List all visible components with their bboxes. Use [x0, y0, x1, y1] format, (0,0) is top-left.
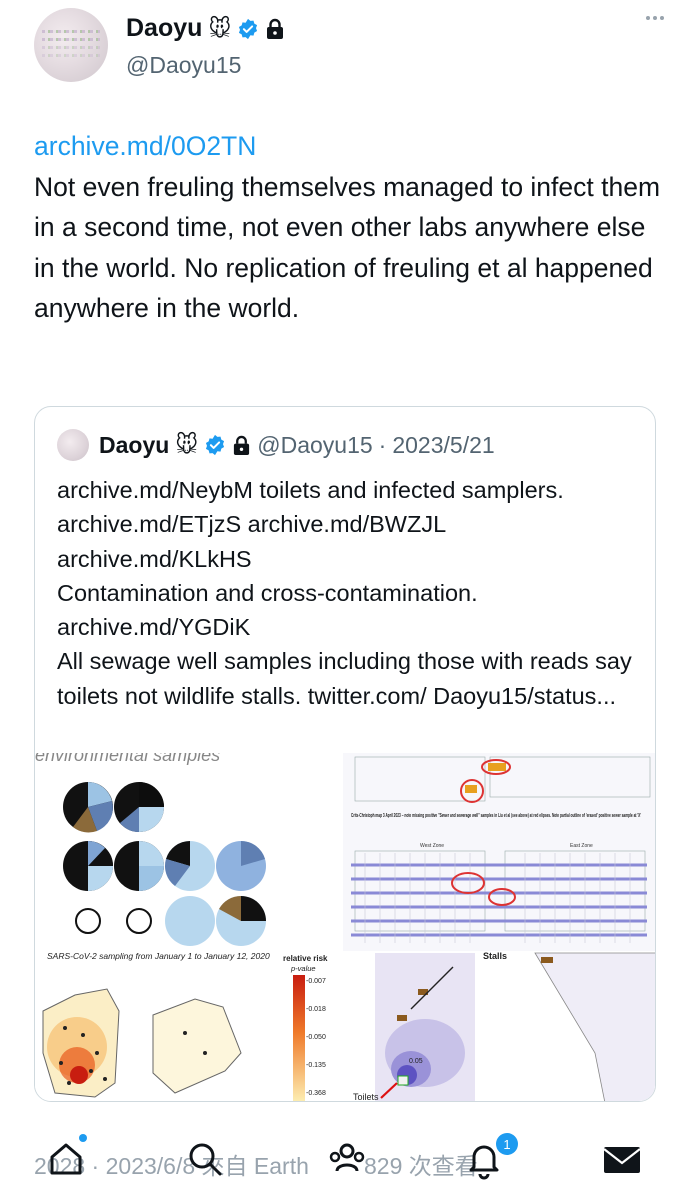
- notifications-nav[interactable]: 1: [462, 1133, 518, 1181]
- pie-panel-header: environmental samples: [35, 753, 220, 765]
- search-nav[interactable]: [182, 1137, 226, 1181]
- quoted-header: Daoyu 🐭 @Daoyu15 · 2023/5/21: [57, 429, 495, 461]
- contour-label: 0.05: [409, 1058, 423, 1065]
- tweet-body: Not even freuling themselves managed to …: [34, 171, 661, 324]
- home-dot: [79, 1134, 87, 1142]
- legend-tick-label: -0.368: [306, 1090, 326, 1097]
- map-zone-west-label: West Zone: [420, 843, 444, 849]
- legend-tick-label: -0.135: [306, 1062, 326, 1069]
- quoted-author-name: Daoyu: [99, 431, 170, 458]
- quoted-avatar: [57, 429, 89, 461]
- map-zone-east-label: East Zone: [570, 843, 593, 849]
- tweet-text: archive.md/0O2TN Not even freuling thems…: [34, 126, 664, 329]
- messages-nav[interactable]: [600, 1137, 644, 1181]
- heatmap-title: SARS-CoV-2 sampling from January 1 to Ja…: [47, 951, 270, 961]
- legend-tick-label: -0.050: [306, 1034, 326, 1041]
- lock-icon: [265, 18, 285, 40]
- map-caption: Crits-Christoph map 3 April 2023 – note …: [351, 813, 641, 819]
- communities-nav[interactable]: [325, 1137, 369, 1181]
- legend-tick-label: -0.018: [306, 1006, 326, 1013]
- quoted-separator: ·: [378, 431, 387, 458]
- more-options-icon[interactable]: [646, 16, 664, 20]
- mouse-emoji-icon: 🐭: [208, 15, 232, 41]
- author-name[interactable]: Daoyu: [126, 14, 202, 43]
- author-handle[interactable]: @Daoyu15: [126, 52, 241, 79]
- search-icon: [189, 1143, 222, 1176]
- notification-badge: 1: [496, 1133, 518, 1155]
- quoted-handle: @Daoyu15: [257, 431, 373, 458]
- mail-icon: [603, 1147, 641, 1173]
- contour-panel: Stalls 0.05 Toilets: [353, 951, 655, 1102]
- home-nav[interactable]: [44, 1134, 88, 1181]
- stalls-label: Stalls: [483, 951, 507, 961]
- quoted-tweet[interactable]: Daoyu 🐭 @Daoyu15 · 2023/5/21 archive.md/…: [34, 406, 656, 1102]
- legend-subtitle: p-value: [290, 964, 316, 973]
- tweet-link[interactable]: archive.md/0O2TN: [34, 126, 664, 167]
- communities-icon: [329, 1143, 365, 1172]
- verified-badge-icon: [237, 18, 259, 40]
- view-count: 829 次查看: [364, 1153, 478, 1179]
- quoted-media[interactable]: environmental samples Crits-Christoph ma…: [35, 753, 656, 1102]
- quoted-text: archive.md/NeybM toilets and infected sa…: [57, 477, 632, 709]
- legend-tick-label: -0.007: [306, 978, 326, 985]
- quoted-date: 2023/5/21: [392, 431, 495, 458]
- toilets-label: Toilets: [353, 1092, 379, 1102]
- tweet-header: Daoyu 🐭 @Daoyu15: [34, 8, 664, 88]
- home-icon: [50, 1143, 82, 1175]
- mouse-emoji-icon: 🐭: [175, 432, 199, 457]
- legend-title: relative risk: [283, 954, 328, 963]
- verified-badge-icon: [204, 434, 226, 456]
- bottom-bar: 2028 · 2023/6/8 來自 Earth 829 次查看 1: [0, 1125, 689, 1200]
- market-map-panel: Crits-Christoph map 3 April 2023 – note …: [343, 753, 655, 951]
- author-name-row[interactable]: Daoyu 🐭: [126, 14, 285, 43]
- avatar[interactable]: [34, 8, 108, 82]
- lock-icon: [232, 435, 251, 456]
